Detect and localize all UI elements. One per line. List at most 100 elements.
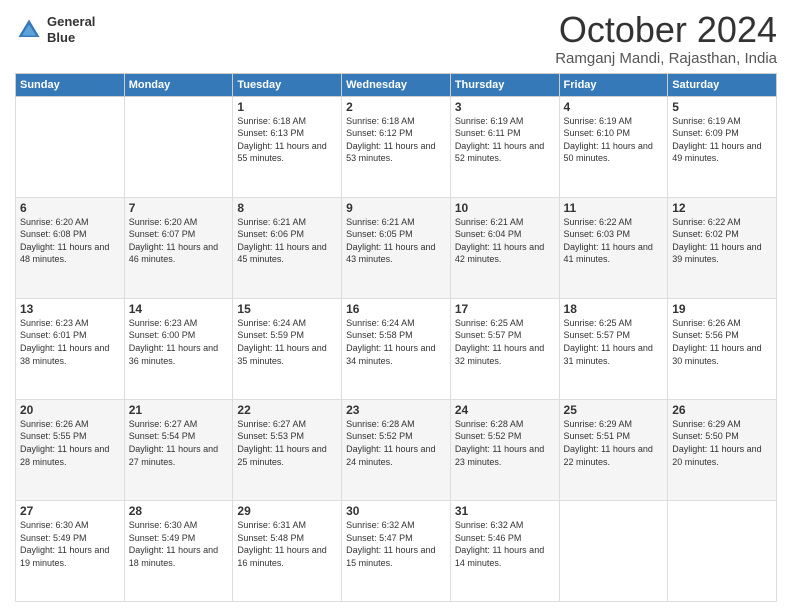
day-number: 23: [346, 403, 446, 417]
calendar-cell: 18Sunrise: 6:25 AM Sunset: 5:57 PM Dayli…: [559, 298, 668, 399]
month-title: October 2024: [555, 10, 777, 50]
calendar-cell: 14Sunrise: 6:23 AM Sunset: 6:00 PM Dayli…: [124, 298, 233, 399]
calendar-cell: 30Sunrise: 6:32 AM Sunset: 5:47 PM Dayli…: [342, 500, 451, 601]
calendar-cell: 11Sunrise: 6:22 AM Sunset: 6:03 PM Dayli…: [559, 197, 668, 298]
day-number: 18: [564, 302, 664, 316]
day-number: 8: [237, 201, 337, 215]
calendar-cell: 3Sunrise: 6:19 AM Sunset: 6:11 PM Daylig…: [450, 96, 559, 197]
day-number: 1: [237, 100, 337, 114]
calendar-week-row: 20Sunrise: 6:26 AM Sunset: 5:55 PM Dayli…: [16, 399, 777, 500]
calendar-cell: 20Sunrise: 6:26 AM Sunset: 5:55 PM Dayli…: [16, 399, 125, 500]
logo-icon: [15, 16, 43, 44]
day-info: Sunrise: 6:21 AM Sunset: 6:04 PM Dayligh…: [455, 216, 555, 266]
day-number: 2: [346, 100, 446, 114]
day-info: Sunrise: 6:20 AM Sunset: 6:08 PM Dayligh…: [20, 216, 120, 266]
calendar-day-header: Friday: [559, 73, 668, 96]
day-info: Sunrise: 6:23 AM Sunset: 6:01 PM Dayligh…: [20, 317, 120, 367]
day-info: Sunrise: 6:24 AM Sunset: 5:59 PM Dayligh…: [237, 317, 337, 367]
day-info: Sunrise: 6:29 AM Sunset: 5:51 PM Dayligh…: [564, 418, 664, 468]
day-info: Sunrise: 6:22 AM Sunset: 6:03 PM Dayligh…: [564, 216, 664, 266]
day-number: 7: [129, 201, 229, 215]
day-info: Sunrise: 6:22 AM Sunset: 6:02 PM Dayligh…: [672, 216, 772, 266]
day-info: Sunrise: 6:26 AM Sunset: 5:55 PM Dayligh…: [20, 418, 120, 468]
day-info: Sunrise: 6:19 AM Sunset: 6:09 PM Dayligh…: [672, 115, 772, 165]
calendar-cell: 7Sunrise: 6:20 AM Sunset: 6:07 PM Daylig…: [124, 197, 233, 298]
calendar-week-row: 13Sunrise: 6:23 AM Sunset: 6:01 PM Dayli…: [16, 298, 777, 399]
calendar-week-row: 27Sunrise: 6:30 AM Sunset: 5:49 PM Dayli…: [16, 500, 777, 601]
day-info: Sunrise: 6:28 AM Sunset: 5:52 PM Dayligh…: [346, 418, 446, 468]
calendar-cell: 21Sunrise: 6:27 AM Sunset: 5:54 PM Dayli…: [124, 399, 233, 500]
day-number: 15: [237, 302, 337, 316]
calendar-cell: 15Sunrise: 6:24 AM Sunset: 5:59 PM Dayli…: [233, 298, 342, 399]
calendar-cell: 17Sunrise: 6:25 AM Sunset: 5:57 PM Dayli…: [450, 298, 559, 399]
header: General Blue October 2024 Ramganj Mandi,…: [15, 10, 777, 67]
day-number: 25: [564, 403, 664, 417]
day-info: Sunrise: 6:32 AM Sunset: 5:46 PM Dayligh…: [455, 519, 555, 569]
day-info: Sunrise: 6:32 AM Sunset: 5:47 PM Dayligh…: [346, 519, 446, 569]
day-info: Sunrise: 6:19 AM Sunset: 6:11 PM Dayligh…: [455, 115, 555, 165]
day-info: Sunrise: 6:19 AM Sunset: 6:10 PM Dayligh…: [564, 115, 664, 165]
day-info: Sunrise: 6:28 AM Sunset: 5:52 PM Dayligh…: [455, 418, 555, 468]
day-info: Sunrise: 6:30 AM Sunset: 5:49 PM Dayligh…: [20, 519, 120, 569]
day-number: 11: [564, 201, 664, 215]
calendar-cell: 16Sunrise: 6:24 AM Sunset: 5:58 PM Dayli…: [342, 298, 451, 399]
day-number: 20: [20, 403, 120, 417]
day-number: 31: [455, 504, 555, 518]
day-number: 16: [346, 302, 446, 316]
day-number: 19: [672, 302, 772, 316]
day-number: 5: [672, 100, 772, 114]
page: General Blue October 2024 Ramganj Mandi,…: [0, 0, 792, 612]
day-info: Sunrise: 6:30 AM Sunset: 5:49 PM Dayligh…: [129, 519, 229, 569]
day-number: 27: [20, 504, 120, 518]
day-number: 24: [455, 403, 555, 417]
calendar-day-header: Saturday: [668, 73, 777, 96]
day-info: Sunrise: 6:21 AM Sunset: 6:06 PM Dayligh…: [237, 216, 337, 266]
day-number: 6: [20, 201, 120, 215]
calendar-cell: 12Sunrise: 6:22 AM Sunset: 6:02 PM Dayli…: [668, 197, 777, 298]
calendar-cell: 28Sunrise: 6:30 AM Sunset: 5:49 PM Dayli…: [124, 500, 233, 601]
calendar-day-header: Wednesday: [342, 73, 451, 96]
day-number: 12: [672, 201, 772, 215]
day-number: 14: [129, 302, 229, 316]
day-info: Sunrise: 6:25 AM Sunset: 5:57 PM Dayligh…: [455, 317, 555, 367]
calendar-cell: 10Sunrise: 6:21 AM Sunset: 6:04 PM Dayli…: [450, 197, 559, 298]
day-number: 29: [237, 504, 337, 518]
day-info: Sunrise: 6:27 AM Sunset: 5:54 PM Dayligh…: [129, 418, 229, 468]
calendar-cell: 5Sunrise: 6:19 AM Sunset: 6:09 PM Daylig…: [668, 96, 777, 197]
calendar-cell: [559, 500, 668, 601]
day-info: Sunrise: 6:21 AM Sunset: 6:05 PM Dayligh…: [346, 216, 446, 266]
calendar-day-header: Monday: [124, 73, 233, 96]
calendar-cell: 1Sunrise: 6:18 AM Sunset: 6:13 PM Daylig…: [233, 96, 342, 197]
day-number: 9: [346, 201, 446, 215]
day-number: 17: [455, 302, 555, 316]
calendar-cell: 29Sunrise: 6:31 AM Sunset: 5:48 PM Dayli…: [233, 500, 342, 601]
location: Ramganj Mandi, Rajasthan, India: [555, 50, 777, 67]
logo-line1: General: [47, 14, 95, 30]
calendar-header-row: SundayMondayTuesdayWednesdayThursdayFrid…: [16, 73, 777, 96]
day-info: Sunrise: 6:26 AM Sunset: 5:56 PM Dayligh…: [672, 317, 772, 367]
logo-text: General Blue: [47, 14, 95, 45]
calendar-cell: 19Sunrise: 6:26 AM Sunset: 5:56 PM Dayli…: [668, 298, 777, 399]
day-info: Sunrise: 6:31 AM Sunset: 5:48 PM Dayligh…: [237, 519, 337, 569]
calendar-cell: [16, 96, 125, 197]
calendar-day-header: Thursday: [450, 73, 559, 96]
calendar-cell: 24Sunrise: 6:28 AM Sunset: 5:52 PM Dayli…: [450, 399, 559, 500]
calendar-cell: 4Sunrise: 6:19 AM Sunset: 6:10 PM Daylig…: [559, 96, 668, 197]
day-number: 21: [129, 403, 229, 417]
calendar-cell: [668, 500, 777, 601]
logo-line2: Blue: [47, 30, 95, 46]
calendar-cell: 9Sunrise: 6:21 AM Sunset: 6:05 PM Daylig…: [342, 197, 451, 298]
calendar-day-header: Tuesday: [233, 73, 342, 96]
day-number: 22: [237, 403, 337, 417]
calendar-cell: 6Sunrise: 6:20 AM Sunset: 6:08 PM Daylig…: [16, 197, 125, 298]
calendar-cell: 8Sunrise: 6:21 AM Sunset: 6:06 PM Daylig…: [233, 197, 342, 298]
calendar-cell: 22Sunrise: 6:27 AM Sunset: 5:53 PM Dayli…: [233, 399, 342, 500]
calendar-table: SundayMondayTuesdayWednesdayThursdayFrid…: [15, 73, 777, 602]
day-number: 4: [564, 100, 664, 114]
day-info: Sunrise: 6:27 AM Sunset: 5:53 PM Dayligh…: [237, 418, 337, 468]
day-info: Sunrise: 6:29 AM Sunset: 5:50 PM Dayligh…: [672, 418, 772, 468]
calendar-week-row: 6Sunrise: 6:20 AM Sunset: 6:08 PM Daylig…: [16, 197, 777, 298]
day-number: 30: [346, 504, 446, 518]
calendar-cell: 27Sunrise: 6:30 AM Sunset: 5:49 PM Dayli…: [16, 500, 125, 601]
calendar-day-header: Sunday: [16, 73, 125, 96]
